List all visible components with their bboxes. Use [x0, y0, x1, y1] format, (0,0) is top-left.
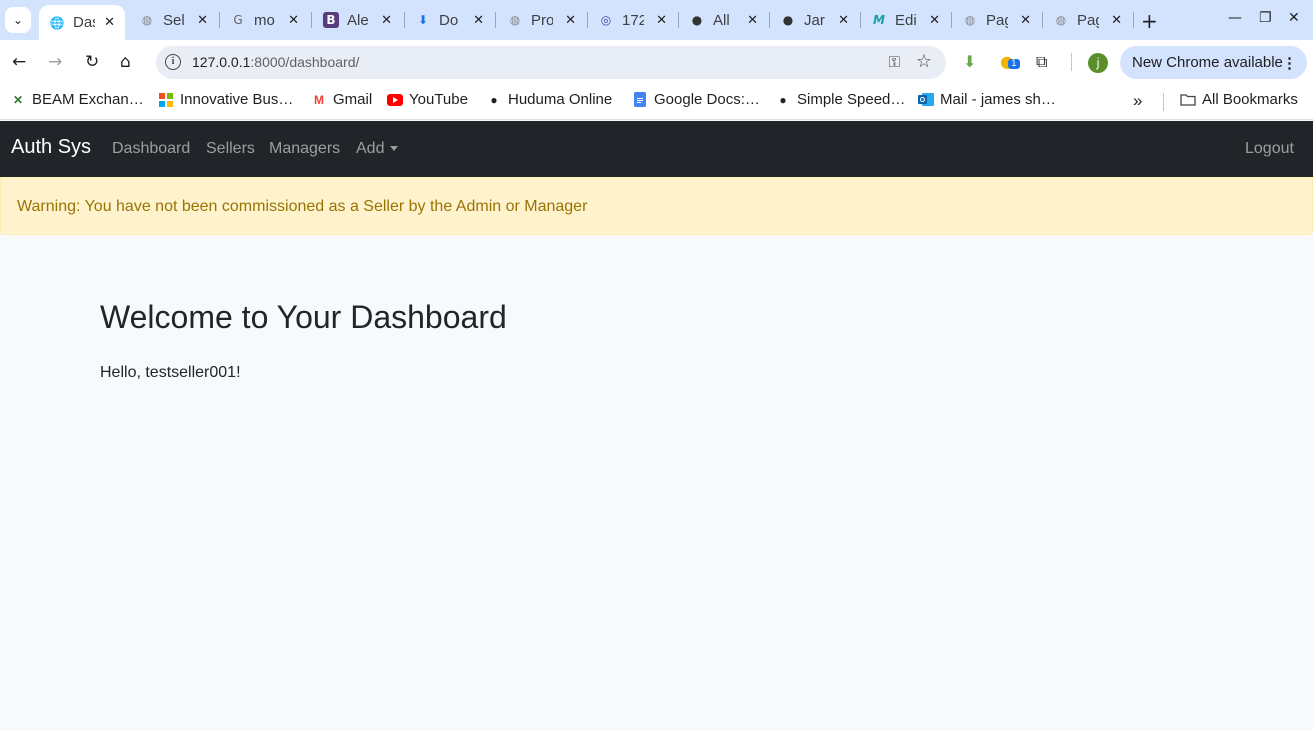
password-key-icon[interactable]: ⚿ [889, 53, 900, 71]
close-tab-icon[interactable]: ✕ [1111, 13, 1122, 28]
new-chrome-available-button[interactable]: New Chrome available ⋮ [1120, 46, 1307, 79]
reload-icon[interactable]: ↻ [85, 52, 99, 72]
menu-dots-icon[interactable]: ⋮ [1282, 54, 1297, 72]
download-icon: ⬇ [417, 13, 429, 27]
close-tab-icon[interactable]: ✕ [929, 13, 940, 28]
tab-google[interactable]: G mo ✕ [220, 0, 309, 40]
tab-strip: ⌄ 🌐 Das ✕ ◍ Sel ✕ G mo ✕ B Ale ✕ ⬇ Do ✕ … [0, 0, 1313, 40]
bookmark-innovative[interactable]: Innovative Bus… [158, 91, 293, 108]
globe-icon: ◍ [509, 13, 521, 27]
tab-download[interactable]: ⬇ Do ✕ [405, 0, 494, 40]
toolbar-divider [1071, 53, 1072, 71]
bookmark-simple-speed[interactable]: ● Simple Speed… [775, 91, 905, 108]
globe-icon: ◍ [964, 13, 976, 27]
nav-sellers[interactable]: Sellers [206, 140, 255, 158]
app-navbar: Auth Sys Dashboard Sellers Managers Add … [0, 121, 1313, 177]
nav-managers[interactable]: Managers [269, 140, 340, 158]
close-tab-icon[interactable]: ✕ [747, 13, 758, 28]
home-icon[interactable]: ⌂ [120, 52, 131, 72]
close-tab-icon[interactable]: ✕ [104, 15, 115, 30]
tab-edit[interactable]: M Edi ✕ [861, 0, 950, 40]
tab-172[interactable]: ◎ 172 ✕ [588, 0, 677, 40]
tab-github-all[interactable]: ● All ✕ [679, 0, 768, 40]
google-icon: G [233, 13, 243, 27]
gmail-icon: M [314, 92, 324, 107]
profile-avatar[interactable]: j [1088, 53, 1108, 73]
all-bookmarks[interactable]: All Bookmarks [1180, 91, 1298, 108]
bookmarks-bar: ✕ BEAM Exchan… Innovative Bus… M Gmail Y… [0, 85, 1313, 120]
bookmark-gmail[interactable]: M Gmail [311, 91, 372, 108]
docs-icon [632, 92, 648, 108]
bookmark-beam[interactable]: ✕ BEAM Exchan… [10, 91, 144, 108]
svg-text:O: O [920, 97, 926, 104]
bookmark-star-icon[interactable]: ☆ [916, 51, 932, 72]
nav-add-dropdown[interactable]: Add [356, 140, 399, 158]
address-bar[interactable]: i 127.0.0.1:8000/dashboard/ ⚿ ☆ [156, 46, 946, 79]
back-icon[interactable]: ← [12, 52, 26, 72]
warning-alert: Warning: You have not been commissioned … [0, 177, 1313, 235]
bookmarks-divider [1163, 93, 1164, 111]
tab-sellers[interactable]: ◍ Sel ✕ [129, 0, 218, 40]
alert-text: Warning: You have not been commissioned … [17, 198, 588, 215]
globe-icon: ● [490, 92, 498, 107]
close-tab-icon[interactable]: ✕ [381, 13, 392, 28]
microsoft-icon [158, 92, 174, 108]
browser-toolbar: ← → ↻ ⌂ i 127.0.0.1:8000/dashboard/ ⚿ ☆ … [0, 40, 1313, 85]
tab-separator [495, 12, 496, 28]
globe-icon: ◎ [600, 13, 612, 27]
close-tab-icon[interactable]: ✕ [288, 13, 299, 28]
caret-down-icon [390, 146, 399, 152]
extensions-puzzle-icon[interactable]: ⧉ [1036, 52, 1047, 72]
restore-icon[interactable]: ❐ [1259, 10, 1272, 26]
chevron-down-icon: ⌄ [12, 13, 24, 27]
close-tab-icon[interactable]: ✕ [1020, 13, 1031, 28]
tab-dashboard[interactable]: 🌐 Das ✕ [39, 5, 125, 40]
tab-pro[interactable]: ◍ Pro ✕ [497, 0, 586, 40]
close-tab-icon[interactable]: ✕ [197, 13, 208, 28]
bookmark-mail[interactable]: O Mail - james sh… [918, 91, 1056, 108]
brand-link[interactable]: Auth Sys [11, 136, 91, 159]
globe-icon: ◍ [1055, 13, 1067, 27]
forward-icon[interactable]: → [48, 52, 62, 72]
close-window-icon[interactable]: ✕ [1288, 10, 1300, 26]
tab-page-1[interactable]: ◍ Pag ✕ [952, 0, 1041, 40]
github-icon: ● [782, 13, 794, 27]
close-tab-icon[interactable]: ✕ [838, 13, 849, 28]
globe-icon: 🌐 [49, 15, 65, 30]
nav-logout[interactable]: Logout [1245, 140, 1294, 158]
tab-search-button[interactable]: ⌄ [5, 7, 31, 33]
nav-dashboard[interactable]: Dashboard [112, 140, 190, 158]
globe-icon: ● [779, 92, 787, 107]
tab-page-2[interactable]: ◍ Pag ✕ [1043, 0, 1132, 40]
bookmark-youtube[interactable]: YouTube [387, 91, 468, 108]
new-tab-icon[interactable]: + [1141, 9, 1158, 33]
youtube-icon [387, 92, 403, 108]
outlook-icon: O [918, 92, 934, 108]
tab-bootstrap[interactable]: B Ale ✕ [313, 0, 402, 40]
tab-separator [1133, 12, 1134, 28]
tab-separator [311, 12, 312, 28]
page-title: Welcome to Your Dashboard [100, 299, 507, 335]
close-tab-icon[interactable]: ✕ [473, 13, 484, 28]
extension-badge-icon[interactable]: ● 1 [1000, 52, 1020, 71]
folder-icon [1180, 92, 1196, 108]
bootstrap-icon: B [323, 12, 339, 28]
url-text[interactable]: 127.0.0.1:8000/dashboard/ [192, 54, 359, 70]
bookmark-huduma[interactable]: ● Huduma Online [486, 91, 612, 108]
extension-download-icon[interactable]: ⬇ [963, 52, 976, 71]
close-tab-icon[interactable]: ✕ [656, 13, 667, 28]
beam-icon: ✕ [12, 92, 24, 107]
close-tab-icon[interactable]: ✕ [565, 13, 576, 28]
tab-github-jar[interactable]: ● Jar ✕ [770, 0, 859, 40]
m-icon: M [873, 13, 885, 27]
github-icon: ● [691, 13, 703, 27]
more-bookmarks-icon[interactable]: » [1133, 91, 1142, 111]
greeting-text: Hello, testseller001! [100, 364, 241, 381]
minimize-icon[interactable]: — [1228, 10, 1242, 26]
site-info-icon[interactable]: i [165, 54, 181, 70]
globe-icon: ◍ [141, 13, 153, 27]
bookmark-google-docs[interactable]: Google Docs:… [632, 91, 760, 108]
